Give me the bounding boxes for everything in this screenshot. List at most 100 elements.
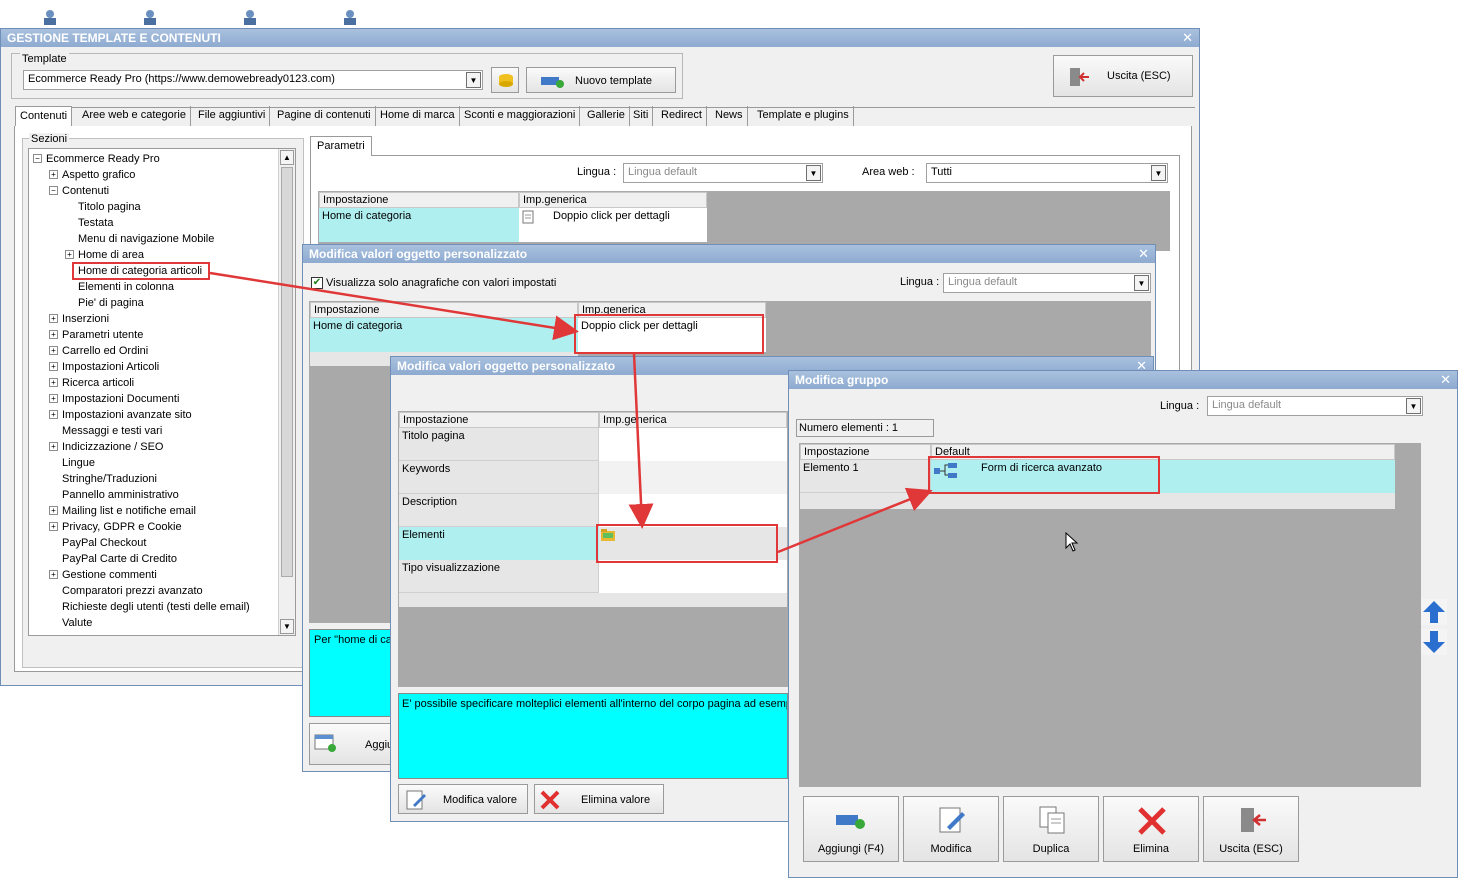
tab-siti[interactable]: Siti: [629, 106, 654, 126]
grid-cell-setting[interactable]: Home di categoria: [310, 318, 578, 352]
area-web-select[interactable]: Tutti ▼: [926, 163, 1168, 183]
grid-value-keywords[interactable]: [599, 461, 787, 494]
tree-item[interactable]: Menu di navigazione Mobile: [29, 231, 277, 247]
tree-item[interactable]: Stringhe/Traduzioni: [29, 471, 277, 487]
tree-item[interactable]: Comparatori prezzi avanzato: [29, 583, 277, 599]
tree-item[interactable]: + Ricerca articoli: [29, 375, 277, 391]
tree-item[interactable]: + Gestione commenti: [29, 567, 277, 583]
edit-value-button[interactable]: Modifica valore: [398, 784, 528, 814]
expand-icon[interactable]: +: [49, 362, 58, 371]
expand-icon[interactable]: +: [49, 410, 58, 419]
tree-item[interactable]: + Home di area: [29, 247, 277, 263]
grid-row-keywords[interactable]: Keywords: [399, 461, 599, 494]
tree-item[interactable]: + Aspetto grafico: [29, 167, 277, 183]
tree-item[interactable]: + Impostazioni Documenti: [29, 391, 277, 407]
tab-home-marca[interactable]: Home di marca: [376, 106, 460, 126]
collapse-icon[interactable]: −: [49, 186, 58, 195]
tab-file-aggiuntivi[interactable]: File aggiuntivi: [194, 106, 271, 126]
tree-item[interactable]: + Inserzioni: [29, 311, 277, 327]
tab-redirect[interactable]: Redirect: [657, 106, 707, 126]
scroll-up-icon[interactable]: ▲: [280, 150, 294, 165]
open-template-button[interactable]: [491, 67, 519, 93]
expand-icon[interactable]: +: [49, 378, 58, 387]
grid-row-titolo[interactable]: Titolo pagina: [399, 428, 599, 461]
tab-aree-web[interactable]: Aree web e categorie: [78, 106, 191, 126]
grid-value-tipo[interactable]: [599, 560, 787, 593]
desktop-user-icon[interactable]: [40, 8, 60, 26]
tree-item[interactable]: Testata: [29, 215, 277, 231]
delete-element-button[interactable]: Elimina: [1103, 796, 1199, 862]
expand-icon[interactable]: +: [49, 314, 58, 323]
tree-item[interactable]: − Ecommerce Ready Pro: [29, 151, 277, 167]
expand-icon[interactable]: +: [65, 250, 74, 259]
exit-button[interactable]: Uscita (ESC): [1053, 55, 1193, 97]
expand-icon[interactable]: +: [49, 442, 58, 451]
tree-item[interactable]: − Contenuti: [29, 183, 277, 199]
chevron-down-icon[interactable]: ▼: [1134, 275, 1149, 291]
tree-item[interactable]: Messaggi e testi vari: [29, 423, 277, 439]
grid-cell-setting[interactable]: Home di categoria: [319, 208, 519, 242]
tab-pagine-contenuti[interactable]: Pagine di contenuti: [273, 106, 376, 126]
tab-template-plugins[interactable]: Template e plugins: [753, 106, 854, 126]
tab-news[interactable]: News: [711, 106, 748, 126]
chevron-down-icon[interactable]: ▼: [1151, 165, 1166, 181]
tree-item[interactable]: PayPal Checkout: [29, 535, 277, 551]
show-only-set-checkbox[interactable]: ✔: [311, 277, 323, 289]
expand-icon[interactable]: +: [49, 570, 58, 579]
tree-item[interactable]: Pannello amministrativo: [29, 487, 277, 503]
move-down-button[interactable]: [1421, 629, 1447, 655]
scroll-thumb[interactable]: [281, 167, 293, 577]
tree-item[interactable]: + Mailing list e notifiche email: [29, 503, 277, 519]
chevron-down-icon[interactable]: ▼: [466, 72, 481, 88]
close-icon[interactable]: ✕: [1440, 372, 1451, 388]
desktop-user-icon[interactable]: [240, 8, 260, 26]
tab-sconti[interactable]: Sconti e maggiorazioni: [460, 106, 581, 126]
tree-item[interactable]: + Impostazioni avanzate sito: [29, 407, 277, 423]
grid-row-tipo[interactable]: Tipo visualizzazione: [399, 560, 599, 593]
tab-parametri[interactable]: Parametri: [310, 136, 372, 156]
expand-icon[interactable]: +: [49, 506, 58, 515]
tree-item[interactable]: + Carrello ed Ordini: [29, 343, 277, 359]
expand-icon[interactable]: +: [49, 346, 58, 355]
move-up-button[interactable]: [1421, 599, 1447, 625]
grid-value-description[interactable]: [599, 494, 787, 527]
grid-row-element[interactable]: Elemento 1: [800, 460, 931, 493]
tree-item[interactable]: PayPal Carte di Credito: [29, 551, 277, 567]
tree-item[interactable]: + Impostazioni Articoli: [29, 359, 277, 375]
grid-value-titolo[interactable]: [599, 428, 787, 461]
duplicate-element-button[interactable]: Duplica: [1003, 796, 1099, 862]
delete-value-button[interactable]: Elimina valore: [534, 784, 664, 814]
edit-element-button[interactable]: Modifica: [903, 796, 999, 862]
tree-scrollbar[interactable]: ▲ ▼: [278, 149, 295, 635]
desktop-user-icon[interactable]: [140, 8, 160, 26]
tree-item[interactable]: + Indicizzazione / SEO: [29, 439, 277, 455]
grid-row-elementi[interactable]: Elementi: [399, 527, 599, 560]
close-icon[interactable]: ✕: [1182, 30, 1193, 46]
grid-row-description[interactable]: Description: [399, 494, 599, 527]
tree-item[interactable]: Richieste degli utenti (testi delle emai…: [29, 599, 277, 615]
scroll-down-icon[interactable]: ▼: [280, 619, 294, 634]
expand-icon[interactable]: +: [49, 170, 58, 179]
lingua-select[interactable]: Lingua default ▼: [943, 273, 1151, 293]
tree-item[interactable]: Valute: [29, 615, 277, 631]
chevron-down-icon[interactable]: ▼: [1406, 398, 1421, 414]
grid-cell-value[interactable]: Doppio click per dettagli: [519, 208, 707, 242]
sections-tree[interactable]: − Ecommerce Ready Pro + Aspetto grafico − Con…: [28, 148, 296, 636]
lingua-select[interactable]: Lingua default ▼: [1207, 396, 1423, 416]
expand-icon[interactable]: +: [49, 394, 58, 403]
desktop-user-icon[interactable]: [340, 8, 360, 26]
tree-item[interactable]: Pie' di pagina: [29, 295, 277, 311]
tree-item[interactable]: + Parametri utente: [29, 327, 277, 343]
lingua-select[interactable]: Lingua default ▼: [623, 163, 823, 183]
tree-item[interactable]: + Privacy, GDPR e Cookie: [29, 519, 277, 535]
collapse-icon[interactable]: −: [33, 154, 42, 163]
new-template-button[interactable]: Nuovo template: [526, 67, 676, 93]
tree-item[interactable]: Elementi in colonna: [29, 279, 277, 295]
chevron-down-icon[interactable]: ▼: [806, 165, 821, 181]
expand-icon[interactable]: +: [49, 522, 58, 531]
tree-item[interactable]: Lingue: [29, 455, 277, 471]
close-icon[interactable]: ✕: [1138, 246, 1149, 262]
exit-dialog-button[interactable]: Uscita (ESC): [1203, 796, 1299, 862]
tab-gallerie[interactable]: Gallerie: [583, 106, 630, 126]
tree-item[interactable]: Titolo pagina: [29, 199, 277, 215]
